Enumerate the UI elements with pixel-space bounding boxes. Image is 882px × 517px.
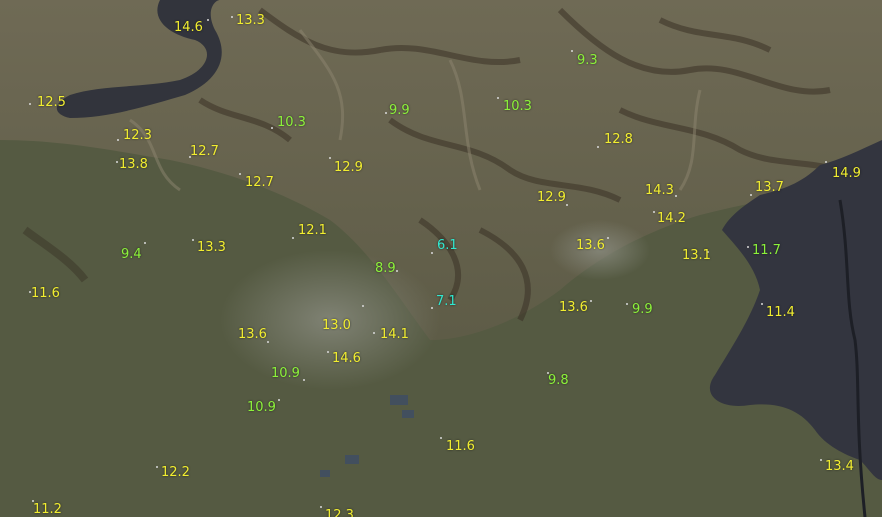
temperature-label: 10.3 [277, 115, 306, 130]
station-marker[interactable] [590, 300, 592, 302]
temperature-label: 13.1 [682, 248, 711, 263]
temperature-label: 12.9 [334, 160, 363, 175]
temperature-label: 12.1 [298, 223, 327, 238]
temperature-label: 7.1 [436, 294, 457, 309]
temperature-label: 10.9 [271, 366, 300, 381]
temperature-label: 13.7 [755, 180, 784, 195]
station-marker[interactable] [278, 399, 280, 401]
temperature-label: 12.2 [161, 465, 190, 480]
map-view[interactable]: 14.6 13.3 12.5 9.3 10.3 9.9 10.3 12.3 12.8 12.7 13… [0, 0, 882, 517]
station-marker[interactable] [320, 506, 322, 508]
station-marker[interactable] [497, 97, 499, 99]
temperature-label: 13.3 [197, 240, 226, 255]
station-marker[interactable] [327, 351, 329, 353]
station-marker[interactable] [303, 379, 305, 381]
temperature-label: 13.8 [119, 157, 148, 172]
temperature-label: 11.7 [752, 243, 781, 258]
temperature-label: 13.6 [576, 238, 605, 253]
temperature-label: 11.6 [446, 439, 475, 454]
temperature-label: 14.3 [645, 183, 674, 198]
temperature-label: 9.9 [632, 302, 653, 317]
station-marker[interactable] [292, 237, 294, 239]
temperature-label: 14.1 [380, 327, 409, 342]
temperature-label: 14.9 [832, 166, 861, 181]
temperature-label: 12.9 [537, 190, 566, 205]
temperature-label: 14.6 [332, 351, 361, 366]
temperature-label: 13.0 [322, 318, 351, 333]
temperature-label: 11.2 [33, 502, 62, 517]
temperature-label: 12.7 [190, 144, 219, 159]
temperature-label: 10.9 [247, 400, 276, 415]
station-marker[interactable] [385, 112, 387, 114]
temperature-label: 9.9 [389, 103, 410, 118]
station-marker[interactable] [117, 139, 119, 141]
station-marker[interactable] [431, 252, 433, 254]
temperature-label: 11.4 [766, 305, 795, 320]
station-marker[interactable] [207, 19, 209, 21]
station-marker[interactable] [192, 239, 194, 241]
station-marker[interactable] [675, 195, 677, 197]
temperature-label: 12.5 [37, 95, 66, 110]
temperature-label: 11.6 [31, 286, 60, 301]
station-marker[interactable] [144, 242, 146, 244]
temperature-label: 9.4 [121, 247, 142, 262]
temperature-label: 9.8 [548, 373, 569, 388]
temperature-label: 13.6 [238, 327, 267, 342]
station-marker[interactable] [271, 127, 273, 129]
station-marker[interactable] [329, 157, 331, 159]
station-marker[interactable] [597, 146, 599, 148]
station-marker[interactable] [653, 211, 655, 213]
station-marker[interactable] [626, 303, 628, 305]
temperature-label: 13.6 [559, 300, 588, 315]
station-marker[interactable] [750, 194, 752, 196]
temperature-label: 12.7 [245, 175, 274, 190]
temperature-label: 9.3 [577, 53, 598, 68]
temperature-label: 13.3 [236, 13, 265, 28]
station-marker[interactable] [571, 50, 573, 52]
station-marker[interactable] [825, 161, 827, 163]
station-marker[interactable] [747, 246, 749, 248]
station-marker[interactable] [156, 466, 158, 468]
temperature-label: 12.8 [604, 132, 633, 147]
temperature-label: 12.3 [123, 128, 152, 143]
temperature-label: 8.9 [375, 261, 396, 276]
temperature-label: 14.2 [657, 211, 686, 226]
station-marker[interactable] [431, 307, 433, 309]
station-marker[interactable] [440, 437, 442, 439]
station-marker[interactable] [239, 173, 241, 175]
station-marker[interactable] [566, 204, 568, 206]
station-marker[interactable] [231, 16, 233, 18]
station-marker[interactable] [362, 305, 364, 307]
temperature-label: 12.3 [325, 508, 354, 517]
station-marker[interactable] [116, 161, 118, 163]
station-marker[interactable] [396, 270, 398, 272]
temperature-label: 6.1 [437, 238, 458, 253]
station-marker[interactable] [373, 332, 375, 334]
station-marker[interactable] [820, 459, 822, 461]
station-marker[interactable] [761, 303, 763, 305]
station-marker[interactable] [607, 237, 609, 239]
temperature-label: 14.6 [174, 20, 203, 35]
station-marker[interactable] [267, 341, 269, 343]
temperature-label: 10.3 [503, 99, 532, 114]
temperature-label: 13.4 [825, 459, 854, 474]
station-marker[interactable] [29, 103, 31, 105]
